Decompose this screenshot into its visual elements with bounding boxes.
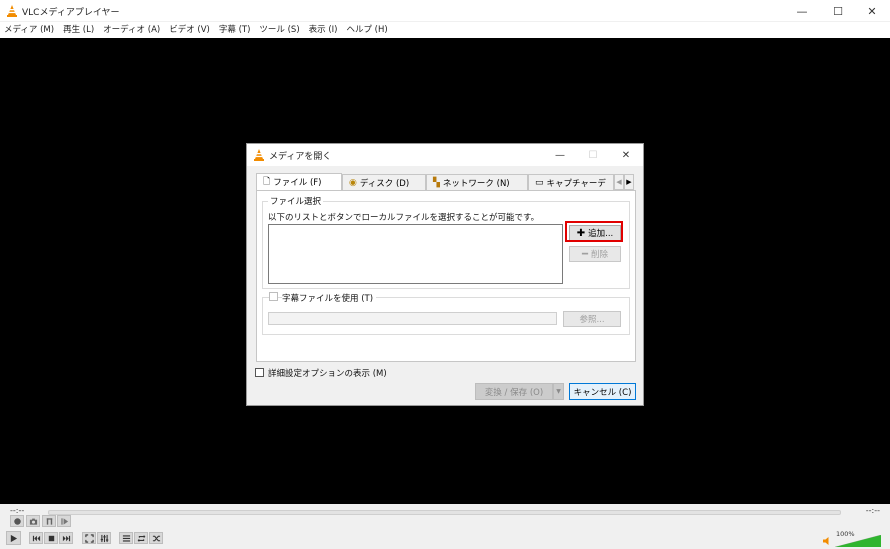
play-icon bbox=[10, 534, 18, 542]
show-more-options-label: 詳細設定オプションの表示 (M) bbox=[268, 369, 387, 379]
shuffle-button[interactable] bbox=[149, 532, 163, 544]
dialog-minimize-button[interactable]: — bbox=[545, 144, 575, 166]
cancel-button[interactable]: キャンセル (C) bbox=[569, 383, 636, 400]
dialog-close-button[interactable]: ✕ bbox=[611, 144, 641, 166]
file-selection-description: 以下のリストとボタンでローカルファイルを選択することが可能です。 bbox=[268, 213, 540, 223]
tab-scroll-left-button[interactable]: ◀ bbox=[614, 174, 624, 190]
menu-audio[interactable]: オーディオ (A) bbox=[103, 22, 160, 38]
camera-icon bbox=[29, 518, 37, 525]
window-titlebar: VLCメディアプレイヤー — ☐ ✕ bbox=[0, 0, 890, 22]
skip-previous-icon bbox=[32, 535, 40, 541]
network-icon: ▚ bbox=[433, 177, 440, 188]
open-media-dialog: メディアを開く — ☐ ✕ 🗋 ファイル (F) ◉ ディスク (D) ▚ ネッ… bbox=[246, 143, 644, 406]
time-total[interactable]: --:-- bbox=[866, 506, 880, 515]
subtitle-file-field[interactable] bbox=[268, 312, 557, 325]
show-more-options-checkbox[interactable] bbox=[255, 368, 264, 377]
file-list[interactable] bbox=[268, 224, 563, 284]
next-button[interactable] bbox=[59, 532, 73, 544]
tab-file[interactable]: 🗋 ファイル (F) bbox=[256, 173, 342, 190]
dialog-maximize-button[interactable]: ☐ bbox=[578, 144, 608, 166]
menu-view[interactable]: 表示 (I) bbox=[309, 22, 338, 38]
frame-step-icon bbox=[60, 517, 68, 525]
loop-ab-button[interactable] bbox=[42, 515, 56, 527]
loop-icon bbox=[137, 534, 145, 542]
skip-next-icon bbox=[62, 535, 70, 541]
menu-video[interactable]: ビデオ (V) bbox=[169, 22, 210, 38]
minus-icon: ━ bbox=[581, 248, 588, 260]
chevron-right-icon: ▶ bbox=[626, 178, 632, 186]
file-selection-label: ファイル選択 bbox=[268, 195, 324, 207]
dialog-title: メディアを開く bbox=[269, 152, 332, 162]
stop-icon bbox=[48, 535, 54, 541]
add-button-highlight bbox=[565, 221, 623, 242]
close-button[interactable]: ✕ bbox=[854, 0, 890, 22]
minimize-button[interactable]: — bbox=[784, 0, 820, 22]
chevron-left-icon: ◀ bbox=[616, 178, 622, 186]
convert-dropdown-button[interactable]: ▼ bbox=[553, 383, 564, 400]
playlist-icon bbox=[122, 534, 130, 542]
capture-icon: ▭ bbox=[535, 177, 544, 188]
vlc-cone-icon bbox=[7, 5, 17, 17]
seek-slider[interactable] bbox=[48, 510, 841, 515]
time-elapsed[interactable]: --:-- bbox=[10, 506, 24, 515]
fullscreen-icon bbox=[84, 533, 94, 543]
menu-media[interactable]: メディア (M) bbox=[4, 22, 54, 38]
tab-disc-label: ディスク (D) bbox=[359, 178, 410, 189]
volume-slider[interactable] bbox=[835, 535, 881, 547]
tab-file-label: ファイル (F) bbox=[273, 178, 322, 188]
convert-save-button[interactable]: 変換 / 保存 (O) bbox=[475, 383, 553, 400]
menu-subtitle[interactable]: 字幕 (T) bbox=[219, 22, 251, 38]
equalizer-icon bbox=[100, 534, 108, 542]
previous-button[interactable] bbox=[29, 532, 43, 544]
menu-tools[interactable]: ツール (S) bbox=[259, 22, 299, 38]
extended-settings-button[interactable] bbox=[97, 532, 111, 544]
tab-disc[interactable]: ◉ ディスク (D) bbox=[342, 174, 426, 190]
snapshot-button[interactable] bbox=[26, 515, 40, 527]
browse-subtitle-button[interactable]: 参照... bbox=[563, 311, 621, 327]
speaker-icon[interactable] bbox=[822, 536, 832, 546]
menu-playback[interactable]: 再生 (L) bbox=[63, 22, 94, 38]
stop-button[interactable] bbox=[44, 532, 58, 544]
record-icon bbox=[13, 517, 21, 525]
use-subtitle-label: 字幕ファイルを使用 (T) bbox=[282, 292, 377, 304]
tab-scroll-right-button[interactable]: ▶ bbox=[624, 174, 634, 190]
vlc-cone-icon bbox=[254, 149, 264, 161]
fullscreen-button[interactable] bbox=[82, 532, 96, 544]
tab-bar: 🗋 ファイル (F) ◉ ディスク (D) ▚ ネットワーク (N) ▭ キャプ… bbox=[256, 173, 636, 190]
playlist-button[interactable] bbox=[119, 532, 133, 544]
frame-step-button[interactable] bbox=[57, 515, 71, 527]
remove-file-button[interactable]: ━ 削除 bbox=[569, 246, 621, 262]
loop-button[interactable] bbox=[134, 532, 148, 544]
disc-icon: ◉ bbox=[349, 177, 357, 188]
shuffle-icon bbox=[152, 535, 160, 541]
tab-network-label: ネットワーク (N) bbox=[442, 178, 510, 189]
file-tab-panel: ファイル選択 以下のリストとボタンでローカルファイルを選択することが可能です。 … bbox=[256, 190, 636, 362]
menu-help[interactable]: ヘルプ (H) bbox=[346, 22, 387, 38]
tab-network[interactable]: ▚ ネットワーク (N) bbox=[426, 174, 528, 190]
loop-ab-icon bbox=[46, 517, 52, 525]
file-icon: 🗋 bbox=[263, 177, 271, 187]
play-button[interactable] bbox=[6, 531, 21, 545]
maximize-button[interactable]: ☐ bbox=[820, 0, 856, 22]
use-subtitle-checkbox[interactable] bbox=[269, 292, 278, 301]
dialog-titlebar: メディアを開く — ☐ ✕ bbox=[247, 144, 643, 166]
window-title: VLCメディアプレイヤー bbox=[22, 8, 120, 18]
menu-bar: メディア (M) 再生 (L) オーディオ (A) ビデオ (V) 字幕 (T)… bbox=[0, 22, 890, 38]
tab-capture[interactable]: ▭ キャプチャーデ bbox=[528, 174, 614, 190]
chevron-down-icon: ▼ bbox=[556, 388, 561, 395]
record-button[interactable] bbox=[10, 515, 24, 527]
tab-capture-label: キャプチャーデ bbox=[546, 178, 606, 189]
remove-file-label: 削除 bbox=[591, 250, 609, 260]
